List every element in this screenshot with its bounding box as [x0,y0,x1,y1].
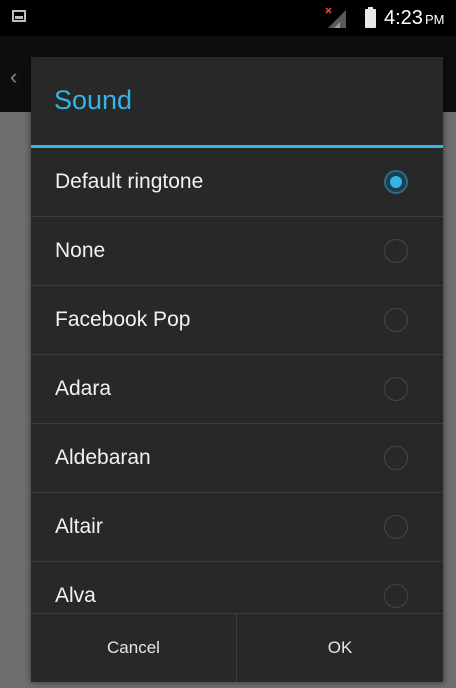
radio-unselected-icon[interactable] [384,446,408,470]
radio-unselected-icon[interactable] [384,308,408,332]
ringtone-item-adara[interactable]: Adara [31,355,443,424]
dialog-title: Sound [54,85,133,115]
ringtone-item-aldebaran[interactable]: Aldebaran [31,424,443,493]
radio-unselected-icon[interactable] [384,377,408,401]
cancel-button[interactable]: Cancel [31,614,237,682]
radio-unselected-icon[interactable] [384,515,408,539]
ringtone-label: None [55,239,106,262]
battery-icon [365,7,376,28]
dialog-button-bar: Cancel OK [31,613,443,682]
radio-unselected-icon[interactable] [384,239,408,263]
ringtone-label: Facebook Pop [55,308,191,331]
ok-button[interactable]: OK [237,614,443,682]
back-chevron-icon: ‹ [10,64,18,89]
ringtone-item-alva[interactable]: Alva [31,562,443,613]
ringtone-label: Aldebaran [55,446,151,469]
radio-unselected-icon[interactable] [384,584,408,608]
clock-time: 4:23 [384,7,423,29]
ringtone-item-facebook-pop[interactable]: Facebook Pop [31,286,443,355]
radio-selected-icon[interactable] [384,170,408,194]
screen: 4:23 PM ‹ Sound Default ringtone None Fac… [0,0,456,688]
ringtone-label: Alva [55,584,96,607]
ringtone-label: Altair [55,515,103,538]
status-bar: 4:23 PM [0,0,456,36]
clock-ampm: PM [424,12,445,27]
status-clock: 4:23 PM [384,7,444,30]
notification-icon [12,10,26,22]
ringtone-list[interactable]: Default ringtone None Facebook Pop Adara… [31,148,443,613]
sound-dialog: Sound Default ringtone None Facebook Pop… [31,57,443,682]
ringtone-label: Default ringtone [55,170,204,193]
ringtone-item-default-ringtone[interactable]: Default ringtone [31,148,443,217]
ringtone-label: Adara [55,377,112,400]
signal-no-sim-icon [325,7,346,28]
ringtone-item-altair[interactable]: Altair [31,493,443,562]
ringtone-item-none[interactable]: None [31,217,443,286]
